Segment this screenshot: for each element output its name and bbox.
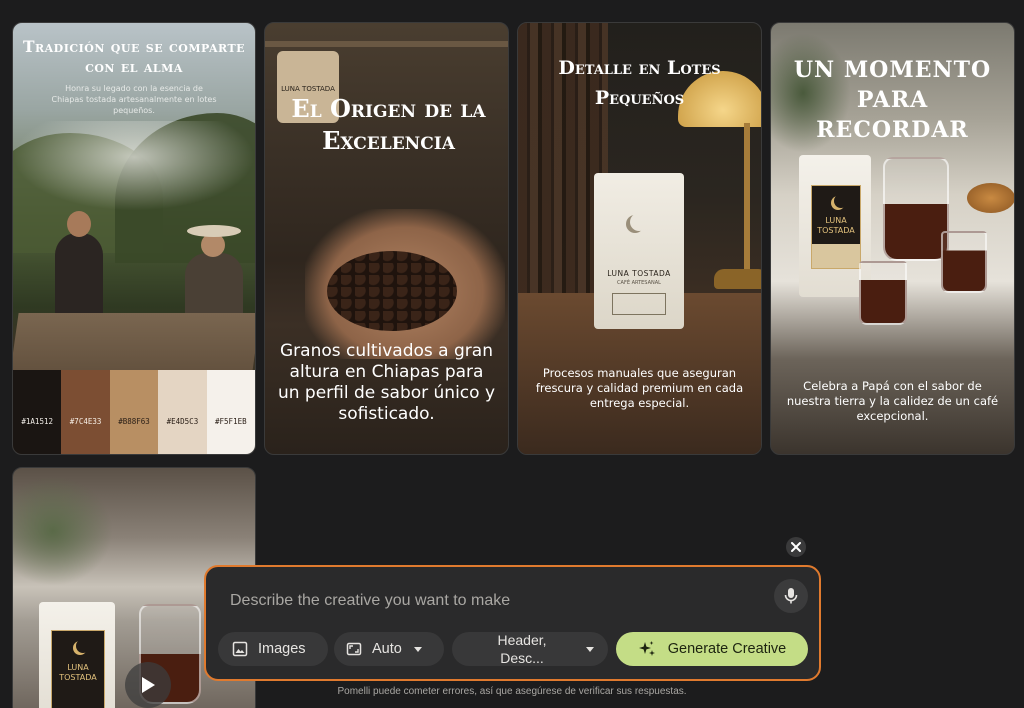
- card-title: Tradición que se comparte con el alma: [22, 37, 246, 76]
- lamp-stand: [744, 123, 750, 273]
- card-subtitle: Honra su legado con la esencia de Chiapa…: [51, 84, 217, 115]
- creative-card-3[interactable]: LUNA TOSTADA CAFÉ ARTESANAL Detalle en L…: [517, 22, 762, 455]
- sparkle-icon: [638, 641, 655, 656]
- close-icon: [791, 542, 801, 552]
- moon-icon: [76, 639, 90, 653]
- bag-label: LUNA TOSTADA: [281, 85, 335, 93]
- swatch-hex: #F5F1EB: [215, 417, 247, 426]
- images-chip-label: Images: [258, 641, 306, 657]
- coffee-pitcher: [883, 157, 949, 261]
- coffee-cup: [859, 261, 907, 325]
- aspect-ratio-icon: [346, 642, 362, 656]
- play-button[interactable]: [125, 662, 171, 708]
- swatch-hex: #E4D5C3: [166, 417, 199, 426]
- generate-label: Generate Creative: [667, 641, 787, 657]
- lamp-base: [714, 269, 761, 289]
- prompt-panel: Images Auto Header, Desc... Generate Cre…: [204, 565, 821, 681]
- color-swatch: #B88F63: [109, 370, 159, 454]
- microphone-icon: [784, 588, 798, 604]
- bag-label-line2: TOSTADA: [817, 226, 855, 235]
- chevron-down-icon: [586, 646, 594, 652]
- text-elements-label: Header, Desc...: [497, 632, 547, 666]
- creative-card-4[interactable]: LUNA TOSTADA UN MOMENTO PARA RECORDAR Ce…: [770, 22, 1015, 455]
- card-subtitle: Procesos manuales que aseguran frescura …: [535, 366, 744, 410]
- moon-icon: [630, 213, 648, 231]
- close-button[interactable]: [786, 537, 806, 557]
- moon-icon: [834, 194, 848, 208]
- bag-label-line1: LUNA: [67, 663, 89, 672]
- creative-card-1[interactable]: Tradición que se comparte con el alma Ho…: [12, 22, 256, 455]
- bag-label: LUNA TOSTADA: [607, 269, 671, 278]
- swatch-hex: #1A1512: [21, 417, 53, 426]
- mist: [13, 121, 255, 211]
- card-title: El Origen de la Excelencia: [291, 94, 486, 155]
- croissant: [967, 183, 1014, 213]
- swatch-hex: #7C4E33: [69, 417, 102, 426]
- bag-sublabel: CAFÉ ARTESANAL: [617, 280, 661, 286]
- images-chip[interactable]: Images: [218, 632, 328, 666]
- color-palette: #1A1512 #7C4E33 #B88F63 #E4D5C3 #F5F1EB: [13, 370, 255, 454]
- image-icon: [232, 641, 248, 657]
- aspect-ratio-dropdown[interactable]: Auto: [334, 632, 444, 666]
- plant: [13, 476, 113, 586]
- bag-label-line1: LUNA: [825, 216, 847, 225]
- coffee-bag: LUNA TOSTADA CAFÉ ARTESANAL: [594, 173, 684, 329]
- card-title: UN MOMENTO PARA RECORDAR: [793, 57, 992, 143]
- bag-label-panel: LUNA TOSTADA: [811, 185, 861, 269]
- text-elements-dropdown[interactable]: Header, Desc...: [452, 632, 608, 666]
- generate-creative-button[interactable]: Generate Creative: [616, 632, 808, 666]
- card-title: Detalle en Lotes Pequeños: [558, 57, 721, 109]
- disclaimer-text: Pomelli puede cometer errores, así que a…: [337, 686, 687, 697]
- color-swatch: #E4D5C3: [158, 370, 207, 454]
- chevron-down-icon: [413, 646, 422, 652]
- aspect-ratio-label: Auto: [372, 641, 402, 657]
- shelf: [265, 41, 508, 47]
- creative-card-2[interactable]: LUNA TOSTADA El Origen de la Excelencia …: [264, 22, 509, 455]
- coffee-cup: [941, 231, 987, 293]
- mic-button[interactable]: [774, 579, 808, 613]
- color-swatch: #7C4E33: [61, 370, 110, 454]
- bag-label-band: [812, 244, 860, 268]
- color-swatch: #F5F1EB: [206, 370, 255, 454]
- bag-info-box: [612, 293, 666, 315]
- prompt-input[interactable]: [230, 589, 750, 613]
- coffee-beans: [327, 251, 457, 331]
- card-subtitle: Celebra a Papá con el sabor de nuestra t…: [786, 379, 999, 423]
- color-swatch: #1A1512: [13, 370, 62, 454]
- bag-label-line2: TOSTADA: [59, 673, 97, 682]
- swatch-hex: #B88F63: [118, 417, 150, 426]
- card-subtitle: Granos cultivados a gran altura en Chiap…: [277, 341, 496, 424]
